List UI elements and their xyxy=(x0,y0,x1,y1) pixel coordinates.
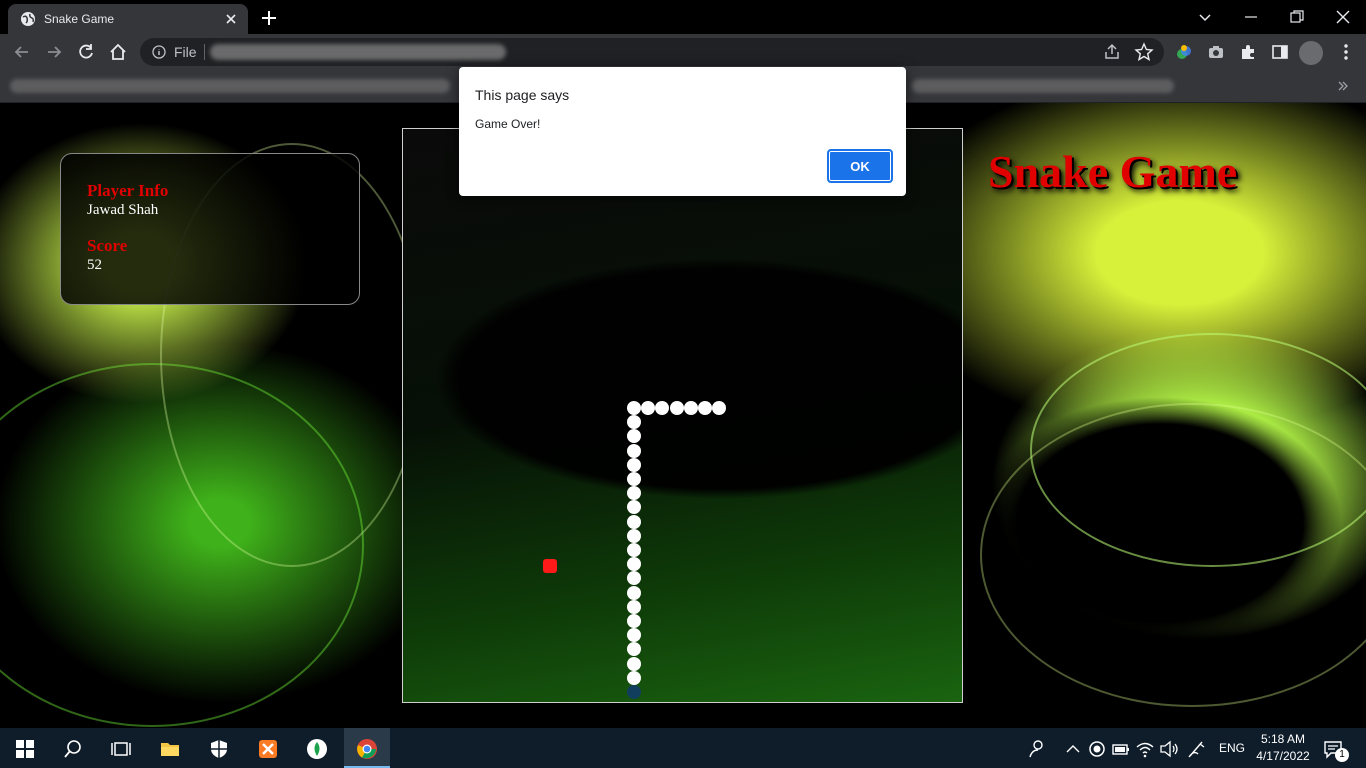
tab-title: Snake Game xyxy=(44,12,115,26)
url-separator xyxy=(204,44,205,60)
tab-snake-game[interactable]: Snake Game xyxy=(8,4,248,34)
shield-icon[interactable] xyxy=(208,738,230,760)
close-window-icon[interactable] xyxy=(1332,6,1354,28)
extension-colorful-icon[interactable] xyxy=(1174,42,1194,62)
snake-segment xyxy=(627,443,641,458)
tab-strip: Snake Game xyxy=(0,0,1366,34)
snake-segment xyxy=(627,543,641,557)
bookmark-star-icon[interactable] xyxy=(1134,42,1154,62)
wifi-icon[interactable] xyxy=(1134,738,1156,760)
chevron-up-icon[interactable] xyxy=(1062,738,1084,760)
windows-start-icon[interactable] xyxy=(14,738,36,760)
ok-button[interactable]: OK xyxy=(827,149,893,183)
snake-segment xyxy=(712,401,727,415)
snake-segment xyxy=(627,500,641,515)
snake-segment xyxy=(627,557,641,572)
snake-segment xyxy=(627,585,641,600)
browser-toolbar: File xyxy=(0,34,1366,70)
new-tab-icon[interactable] xyxy=(258,7,280,29)
redacted-bookmarks xyxy=(912,79,1174,93)
score-value: 52 xyxy=(87,257,102,273)
page-content: Player Info Jawad Shah Score 52 Snake Ga… xyxy=(0,103,1366,728)
snake-segment xyxy=(669,401,684,415)
snake-segment xyxy=(627,656,641,671)
snake-segment xyxy=(627,457,641,472)
windows-taskbar: ENG 5:18 AM 4/17/2022 1 xyxy=(0,728,1366,768)
battery-icon[interactable] xyxy=(1110,738,1132,760)
game-title: Snake Game xyxy=(988,146,1238,197)
game-board[interactable] xyxy=(402,128,963,703)
player-info-label: Player Info xyxy=(87,181,169,200)
score-label: Score xyxy=(87,236,128,255)
camera-icon[interactable] xyxy=(1206,42,1226,62)
menu-kebab-icon[interactable] xyxy=(1336,42,1356,62)
reload-icon[interactable] xyxy=(76,42,96,62)
player-info-panel: Player Info Jawad Shah Score 52 xyxy=(60,153,360,305)
clock-date[interactable]: 4/17/2022 xyxy=(1255,749,1311,763)
snake-tail-segment xyxy=(627,685,641,699)
snake-segment xyxy=(655,401,670,415)
restore-icon[interactable] xyxy=(1286,6,1308,28)
volume-icon[interactable] xyxy=(1158,738,1180,760)
snake-segment xyxy=(627,628,641,643)
xampp-icon[interactable] xyxy=(257,738,279,760)
chrome-icon[interactable] xyxy=(356,738,378,760)
snake-segment xyxy=(641,401,656,415)
redacted-bookmarks xyxy=(10,79,450,93)
snake-segment xyxy=(627,599,641,614)
extensions-puzzle-icon[interactable] xyxy=(1238,42,1258,62)
snake-segment xyxy=(627,642,641,657)
side-panel-icon[interactable] xyxy=(1270,42,1290,62)
file-explorer-icon[interactable] xyxy=(159,738,181,760)
snake-segment xyxy=(627,486,641,501)
snake-segment xyxy=(627,571,641,586)
alert-dialog: This page says Game Over! OK xyxy=(459,67,906,196)
globe-icon xyxy=(21,12,35,26)
pen-icon[interactable] xyxy=(1186,738,1208,760)
snake-segment xyxy=(627,415,641,430)
url-scheme: File xyxy=(174,44,197,60)
snake-segment xyxy=(627,472,641,486)
food-item xyxy=(543,559,557,573)
alert-message: Game Over! xyxy=(475,117,541,131)
notification-badge: 1 xyxy=(1335,748,1349,762)
clock-time[interactable]: 5:18 AM xyxy=(1259,732,1307,746)
snake-segment xyxy=(627,614,641,628)
back-icon[interactable] xyxy=(12,42,32,62)
people-icon[interactable] xyxy=(1026,738,1048,760)
profile-avatar-icon[interactable] xyxy=(1298,40,1324,66)
alert-heading: This page says xyxy=(475,87,570,103)
tab-search-icon[interactable] xyxy=(1194,6,1216,28)
record-icon[interactable] xyxy=(1086,738,1108,760)
site-info-icon[interactable] xyxy=(152,45,166,59)
snake-segment xyxy=(627,514,641,529)
snake-segment xyxy=(698,401,712,415)
search-icon[interactable] xyxy=(62,738,84,760)
home-icon[interactable] xyxy=(108,42,128,62)
more-bookmarks-icon[interactable] xyxy=(1336,79,1350,93)
forward-icon[interactable] xyxy=(44,42,64,62)
share-icon[interactable] xyxy=(1102,42,1122,62)
snake-segment xyxy=(627,401,641,415)
language-indicator[interactable]: ENG xyxy=(1219,741,1245,755)
snake-segment xyxy=(627,429,641,444)
app-leaf-icon[interactable] xyxy=(306,738,328,760)
minimize-icon[interactable] xyxy=(1240,6,1262,28)
address-bar[interactable]: File xyxy=(140,38,1164,66)
snake-segment xyxy=(627,528,641,543)
close-tab-icon[interactable] xyxy=(222,10,240,28)
snake-segment xyxy=(683,401,698,415)
task-view-icon[interactable] xyxy=(110,738,132,760)
snake-segment xyxy=(627,670,641,685)
redacted-url xyxy=(210,44,506,60)
player-name: Jawad Shah xyxy=(87,202,159,218)
